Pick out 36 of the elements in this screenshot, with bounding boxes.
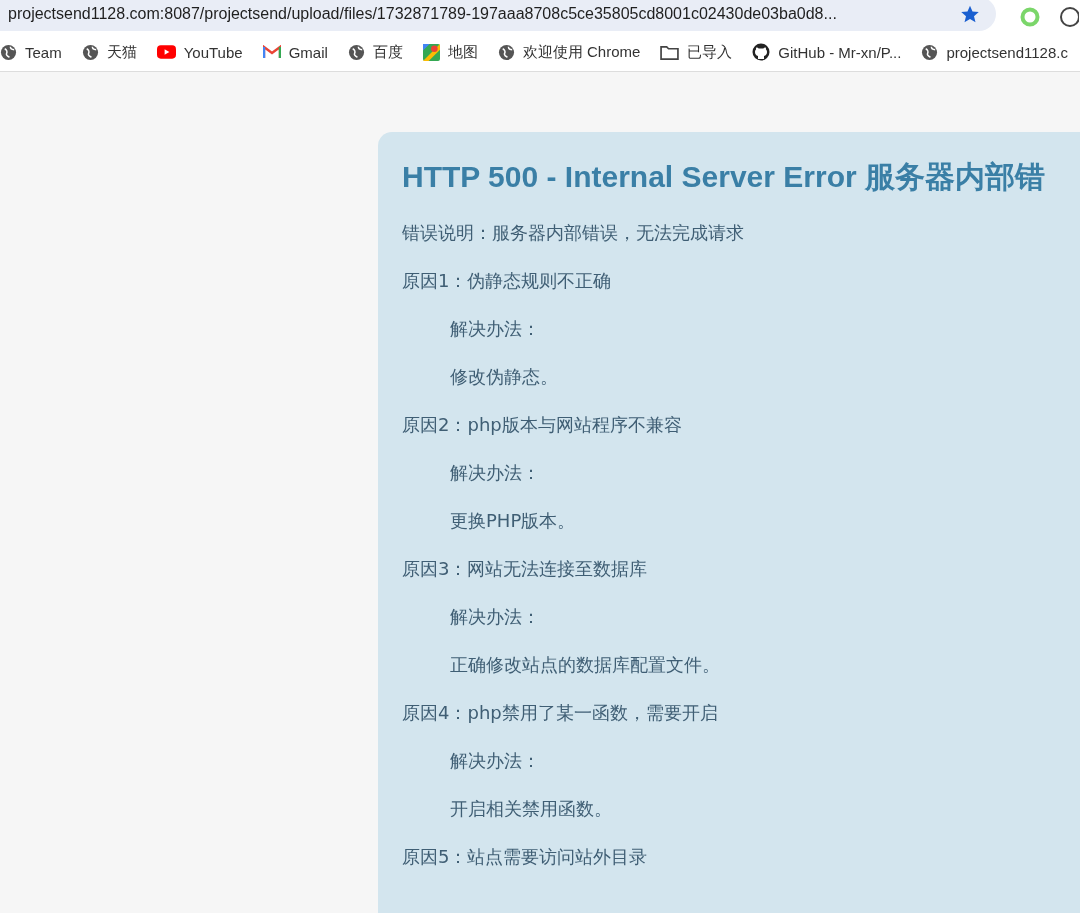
bookmark-item[interactable]: 百度 xyxy=(337,42,413,62)
bookmark-item[interactable]: projectsend1128.c xyxy=(911,43,1078,61)
bookmark-item[interactable]: 地图 xyxy=(412,42,488,62)
cause-text: 原因5：站点需要访问站外目录 xyxy=(402,845,649,869)
url-text: projectsend1128.com:8087/projectsend/upload/files/1732871789-197aaa8708c5ce35805cd8001c02430de03ba0d8... xyxy=(8,4,838,23)
globe-icon xyxy=(347,43,365,61)
bookmark-item[interactable]: YouTube xyxy=(146,43,253,61)
bookmark-item[interactable]: GitHub - Mr-xn/P... xyxy=(742,43,912,62)
folder-icon xyxy=(660,44,680,60)
error-description: 错误说明：服务器内部错误，无法完成请求 xyxy=(402,221,745,245)
cat-icon xyxy=(752,43,771,62)
solution-label: 解决办法： xyxy=(449,605,541,629)
cause-text: 原因3：网站无法连接至数据库 xyxy=(402,557,649,581)
bookmark-item[interactable]: Team xyxy=(0,43,72,61)
map-icon xyxy=(422,43,440,61)
solution-text: 更换PHP版本。 xyxy=(449,509,577,533)
bookmark-item[interactable]: 天猫 xyxy=(71,42,147,62)
bookmark-item[interactable]: 欢迎使用 Chrome xyxy=(487,42,651,62)
solution-text: 开启相关禁用函数。 xyxy=(449,797,613,821)
bookmark-item[interactable]: 已导入 xyxy=(650,42,743,62)
cause-text: 原因1：伪静态规则不正确 xyxy=(402,269,613,293)
globe-icon xyxy=(81,43,99,61)
mail-icon xyxy=(262,45,281,60)
error-title: HTTP 500 - Internal Server Error 服务器内部错 xyxy=(402,159,1046,195)
globe-icon xyxy=(921,43,939,61)
cause-text: 原因4：php禁用了某一函数，需要开启 xyxy=(402,701,719,725)
solution-text: 修改伪静态。 xyxy=(449,365,559,389)
solution-label: 解决办法： xyxy=(449,317,541,341)
play-icon xyxy=(156,45,176,60)
solution-label: 解决办法： xyxy=(449,461,541,485)
bookmark-item[interactable]: Gmail xyxy=(252,43,338,61)
address-bar[interactable]: projectsend1128.com:8087/projectsend/upload/files/1732871789-197aaa8708c5ce35805cd8001c02430de03ba0d8... xyxy=(0,0,996,31)
cause-text: 原因2：php版本与网站程序不兼容 xyxy=(402,413,683,437)
solution-text: 正确修改站点的数据库配置文件。 xyxy=(449,653,721,677)
solution-label: 解决办法： xyxy=(449,749,541,773)
globe-icon xyxy=(497,43,515,61)
